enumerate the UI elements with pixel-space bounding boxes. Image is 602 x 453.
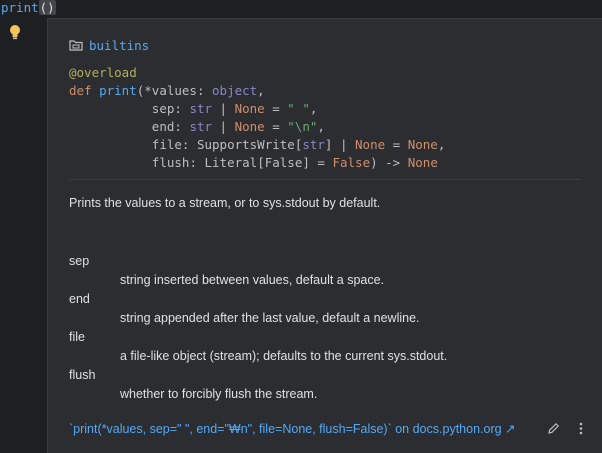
type-object[interactable]: object	[212, 83, 257, 98]
module-header: builtins	[69, 36, 149, 54]
none-kw: None	[355, 137, 386, 152]
signature-fn-name: print	[99, 83, 137, 98]
param-desc-flush: whether to forcibly flush the stream.	[120, 387, 318, 401]
param-end: end	[151, 119, 175, 134]
return-type: None	[407, 155, 438, 170]
def-keyword: def	[69, 83, 92, 98]
param-list: sep string inserted between values, defa…	[69, 252, 589, 404]
param-name-end: end	[69, 292, 90, 306]
type-str[interactable]: str	[189, 101, 212, 116]
lightbulb-icon[interactable]	[8, 24, 22, 42]
flush-default: False	[332, 155, 371, 170]
param-sep: sep	[151, 101, 175, 116]
type-literal[interactable]: Literal	[205, 155, 258, 170]
param-file: file	[151, 137, 182, 152]
decorator: @overload	[69, 65, 137, 80]
editor-code-line[interactable]: print()	[0, 0, 56, 16]
pencil-icon	[547, 422, 559, 434]
sep-default: " "	[287, 101, 310, 116]
module-name[interactable]: builtins	[89, 38, 149, 53]
quick-documentation-popup: builtins @overload def print(*values: ob…	[47, 18, 602, 453]
none-kw: None	[234, 119, 265, 134]
signature-args-start: (*values:	[136, 83, 213, 98]
literal-arg: False	[264, 155, 303, 170]
external-link-icon: ↗	[501, 421, 516, 436]
editor-print-call[interactable]: print	[1, 0, 39, 15]
doc-footer: `print(*values, sep=" ", end="₩n", file=…	[69, 418, 588, 438]
none-kw: None	[234, 101, 265, 116]
type-str[interactable]: str	[302, 137, 325, 152]
param-flush: flush	[151, 155, 190, 170]
divider	[69, 179, 581, 180]
param-desc-sep: string inserted between values, default …	[120, 273, 385, 287]
editor-gutter	[0, 16, 47, 453]
edit-pencil-icon[interactable]	[546, 421, 560, 435]
function-signature: @overload def print(*values: object, sep…	[69, 65, 446, 170]
doc-description: Prints the values to a stream, or to sys…	[69, 196, 381, 210]
folder-icon	[69, 40, 83, 51]
type-supportswrite[interactable]: SupportsWrite	[197, 137, 295, 152]
type-str[interactable]: str	[189, 119, 212, 134]
editor-parens[interactable]: ()	[38, 0, 56, 15]
end-default: "\n"	[287, 119, 318, 134]
kebab-menu-icon	[579, 422, 583, 434]
param-name-file: file	[69, 330, 85, 344]
param-name-sep: sep	[69, 254, 90, 268]
param-name-flush: flush	[69, 368, 96, 382]
file-default: None	[407, 137, 438, 152]
external-doc-link[interactable]: `print(*values, sep=" ", end="₩n", file=…	[69, 421, 516, 436]
param-desc-file: a file-like object (stream); defaults to…	[120, 349, 448, 363]
param-desc-end: string appended after the last value, de…	[120, 311, 420, 325]
more-options-icon[interactable]	[574, 421, 588, 435]
